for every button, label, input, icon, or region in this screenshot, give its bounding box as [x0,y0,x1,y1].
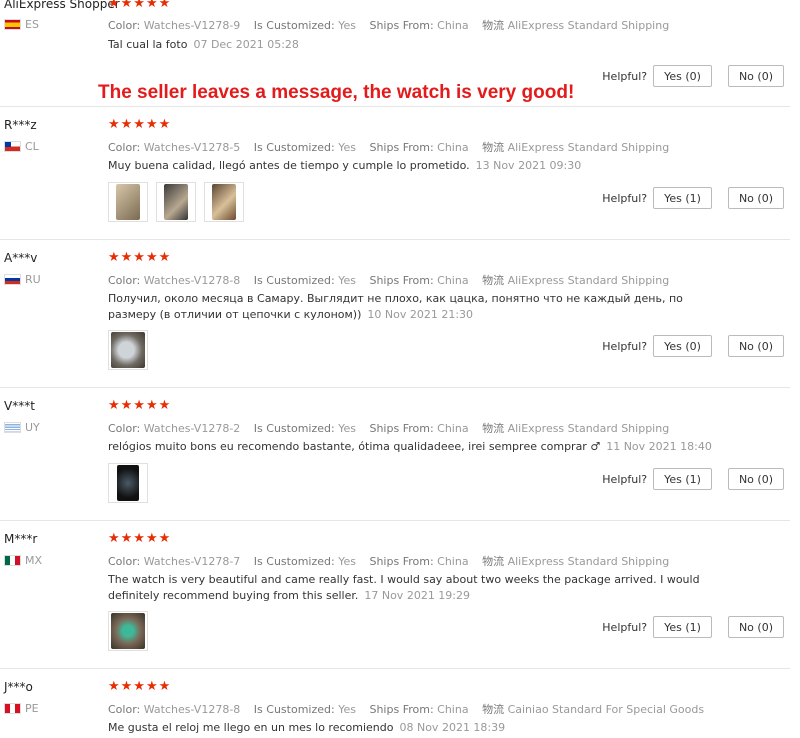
helpful-controls: Helpful? Yes (0) No (0) [602,335,784,357]
flag-mx-icon [4,555,21,566]
review-text: Muy buena calidad, llegó antes de tiempo… [108,159,582,172]
review-meta: Color: Watches-V1278-9 Is Customized: Ye… [108,19,670,32]
review-photos [108,611,148,651]
review-text: Me gusta el reloj me llego en un mes lo … [108,721,506,734]
reviewer-country: PE [4,702,39,715]
divider [0,239,790,240]
reviewer-name: R***z [4,118,37,132]
helpful-label: Helpful? [602,69,648,83]
helpful-label: Helpful? [602,620,648,634]
rating-stars: ★★★★★ [108,250,172,265]
country-code: MX [25,554,43,567]
helpful-controls: Helpful? Yes (1) No (0) [602,616,784,638]
review-date: 11 Nov 2021 18:40 [606,440,712,453]
flag-uy-icon [4,422,21,433]
review-meta: Color: Watches-V1278-8 Is Customized: Ye… [108,703,705,716]
helpful-no-button[interactable]: No (0) [727,65,784,87]
review-date: 13 Nov 2021 09:30 [475,159,582,172]
reviewer-name: A***v [4,251,38,265]
helpful-label: Helpful? [602,472,648,486]
review-photos [108,330,148,370]
reviewer-country: ES [4,18,39,31]
reviewer-country: RU [4,273,41,286]
helpful-no-button[interactable]: No (0) [727,468,784,490]
reviewer-name: M***r [4,532,38,546]
review-meta: Color: Watches-V1278-2 Is Customized: Ye… [108,422,670,435]
rating-stars: ★★★★★ [108,0,172,11]
divider [0,520,790,521]
reviewer-country: CL [4,140,39,153]
seller-message-banner: The seller leaves a message, the watch i… [98,82,575,103]
reviewer-name: J***o [4,680,33,694]
review-photo[interactable] [108,182,148,222]
review-photos [108,463,148,503]
helpful-controls: Helpful? Yes (1) No (0) [602,187,784,209]
flag-pe-icon [4,703,21,714]
helpful-no-button[interactable]: No (0) [727,187,784,209]
review-text: relógios muito bons eu recomendo bastant… [108,440,712,453]
divider [0,387,790,388]
review-photo[interactable] [108,463,148,503]
country-code: CL [25,140,39,153]
helpful-no-button[interactable]: No (0) [727,335,784,357]
country-code: ES [25,18,39,31]
helpful-yes-button[interactable]: Yes (0) [653,65,712,87]
review-date: 17 Nov 2021 19:29 [364,589,471,602]
helpful-yes-button[interactable]: Yes (1) [653,468,712,490]
review-photo[interactable] [108,330,148,370]
country-code: UY [25,421,40,434]
review-date: 07 Dec 2021 05:28 [193,38,299,51]
helpful-yes-button[interactable]: Yes (0) [653,335,712,357]
review-photo[interactable] [108,611,148,651]
rating-stars: ★★★★★ [108,531,172,546]
review-text: Получил, около месяца в Самару. Выглядит… [108,292,683,321]
review-text: Tal cual la foto 07 Dec 2021 05:28 [108,38,299,51]
divider [0,668,790,669]
review-photo[interactable] [204,182,244,222]
flag-cl-icon [4,141,21,152]
helpful-controls: Helpful? Yes (0) No (0) [602,65,784,87]
review-meta: Color: Watches-V1278-7 Is Customized: Ye… [108,555,670,568]
review-photos [108,182,244,222]
divider [0,106,790,107]
review-date: 10 Nov 2021 21:30 [367,308,474,321]
helpful-label: Helpful? [602,339,648,353]
helpful-yes-button[interactable]: Yes (1) [653,616,712,638]
reviewer-name: V***t [4,399,35,413]
country-code: RU [25,273,41,286]
helpful-label: Helpful? [602,191,648,205]
reviewer-country: MX [4,554,42,567]
flag-es-icon [4,19,21,30]
helpful-controls: Helpful? Yes (1) No (0) [602,468,784,490]
helpful-yes-button[interactable]: Yes (1) [653,187,712,209]
rating-stars: ★★★★★ [108,117,172,132]
review-meta: Color: Watches-V1278-5 Is Customized: Ye… [108,141,670,154]
review-meta: Color: Watches-V1278-8 Is Customized: Ye… [108,274,670,287]
helpful-no-button[interactable]: No (0) [727,616,784,638]
rating-stars: ★★★★★ [108,679,172,694]
rating-stars: ★★★★★ [108,398,172,413]
review-photo[interactable] [156,182,196,222]
review-text: The watch is very beautiful and came rea… [108,573,700,602]
reviewer-country: UY [4,421,40,434]
reviewer-name: AliExpress Shopper [4,0,120,11]
country-code: PE [25,702,39,715]
flag-ru-icon [4,274,21,285]
review-date: 08 Nov 2021 18:39 [399,721,506,734]
